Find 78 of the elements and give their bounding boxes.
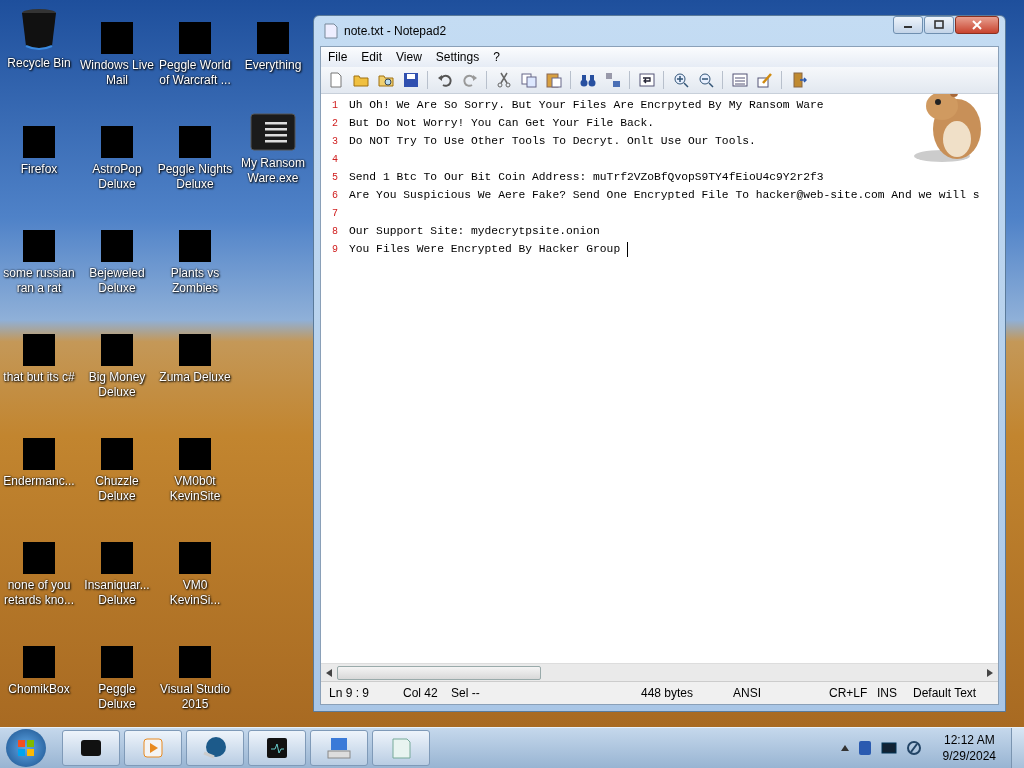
- window-title: note.txt - Notepad2: [344, 24, 447, 38]
- menu-item[interactable]: View: [389, 50, 429, 64]
- text-cursor: [626, 241, 628, 257]
- keyboard-screen-icon[interactable]: [310, 730, 368, 766]
- maximize-icon: [934, 20, 944, 30]
- desktop-icon-label[interactable]: VM0 KevinSi...: [156, 578, 234, 608]
- scroll-right-icon[interactable]: [987, 668, 993, 677]
- desktop-icon-label[interactable]: Everything: [234, 58, 312, 73]
- clock-time[interactable]: 12:12 AM: [943, 732, 995, 748]
- status-text: Ln 9 : 9: [329, 686, 371, 700]
- desktop-icon-label[interactable]: VM0b0t KevinSite: [156, 474, 234, 504]
- desktop-icon-label[interactable]: some russian ran a rat: [0, 266, 78, 296]
- line-number: 3: [331, 135, 339, 147]
- start-button[interactable]: [6, 729, 46, 767]
- desktop-icon-label[interactable]: Peggle World of Warcraft ...: [156, 58, 234, 88]
- recycle-bin-icon[interactable]: [19, 8, 59, 52]
- status-text: INS: [877, 686, 898, 700]
- desktop-icon-label[interactable]: that but its c#: [0, 370, 78, 385]
- desktop-icon-label[interactable]: Insaniquar... Deluxe: [78, 578, 156, 608]
- status-text: ANSI: [733, 686, 762, 700]
- menu-item[interactable]: ?: [486, 50, 507, 64]
- text-line: Our Support Site: mydecrytpsite.onion: [349, 225, 600, 237]
- menu-item[interactable]: Edit: [354, 50, 390, 64]
- horizontal-scrollbar[interactable]: [321, 663, 998, 681]
- status-text: Default Text: [913, 686, 978, 700]
- status-text: 448 bytes: [641, 686, 695, 700]
- desktop-icon-label[interactable]: Plants vs Zombies: [156, 266, 234, 296]
- scroll-left-icon[interactable]: [326, 668, 332, 677]
- windows-logo-icon: [16, 738, 36, 758]
- desktop-icon-label[interactable]: Recycle Bin: [0, 56, 78, 71]
- minimize-button[interactable]: [893, 16, 923, 34]
- line-number: 4: [331, 153, 339, 165]
- desktop-icon-label[interactable]: Peggle Nights Deluxe: [156, 162, 234, 192]
- desktop-icon-label[interactable]: none of you retards kno...: [0, 578, 78, 608]
- line-number: 8: [331, 225, 339, 237]
- notepad-icon[interactable]: [372, 730, 430, 766]
- desktop-icon-label[interactable]: Windows Live Mail: [78, 58, 156, 88]
- line-number: 9: [331, 243, 339, 255]
- desktop-icon-label[interactable]: ChomikBox: [0, 682, 78, 697]
- text-line: But Do Not Worry! You Can Get Your File Back.: [349, 117, 655, 129]
- maximize-button[interactable]: [924, 16, 954, 34]
- show-desktop-button[interactable]: [1011, 728, 1024, 768]
- line-number: 5: [331, 171, 339, 183]
- menu-item[interactable]: Settings: [428, 50, 487, 64]
- line-number: 7: [331, 207, 339, 219]
- clock-date[interactable]: 9/29/2024: [942, 748, 996, 764]
- desktop-icon-label[interactable]: Visual Studio 2015: [156, 682, 234, 712]
- line-number: 1: [331, 99, 339, 111]
- desktop-icon-label[interactable]: Firefox: [0, 162, 78, 177]
- display-icon[interactable]: [880, 741, 897, 755]
- desktop-icon-label[interactable]: Chuzzle Deluxe: [78, 474, 156, 504]
- taskbar-app-icon[interactable]: [62, 730, 120, 766]
- desktop-icon-label[interactable]: AstroPop Deluxe: [78, 162, 156, 192]
- text-line: You Files Were Encrypted By Hacker Group: [349, 243, 622, 255]
- text-line: Send 1 Btc To Our Bit Coin Address: muTrf2VZoBfQvopS9TY4fEioU4c9Y2r2f3: [349, 171, 824, 183]
- status-text: CR+LF: [829, 686, 869, 700]
- text-line: Uh Oh! We Are So Sorry. But Your Files Are Encrpyted By My Ransom Ware: [349, 99, 824, 111]
- text-line: Do NOT Try To Use Other Tools To Decryt. Onlt Use Our Tools.: [349, 135, 756, 147]
- notepad-icon: [324, 23, 338, 39]
- status-text: Col 42: [403, 686, 439, 700]
- status-text: Sel --: [451, 686, 481, 700]
- desktop-icon-label[interactable]: Endermanc...: [0, 474, 78, 489]
- close-button[interactable]: [955, 16, 999, 34]
- close-icon: [972, 20, 982, 30]
- desktop-icon-label[interactable]: Peggle Deluxe: [78, 682, 156, 712]
- program-window-icon[interactable]: [249, 112, 297, 152]
- text-line: Are You Suspicious We Aere Fake? Send One Encrypted File To hacker@web-site.com And we will s: [349, 189, 980, 201]
- line-number: 2: [331, 117, 339, 129]
- monitor-icon[interactable]: [248, 730, 306, 766]
- menu-item[interactable]: File: [321, 50, 355, 64]
- desktop-icon-label[interactable]: Zuma Deluxe: [156, 370, 234, 385]
- desktop-icon-label[interactable]: My Ransom Ware.exe: [234, 156, 312, 186]
- line-number: 6: [331, 189, 339, 201]
- desktop-icon-label[interactable]: Big Money Deluxe: [78, 370, 156, 400]
- desktop-icon-label[interactable]: Bejeweled Deluxe: [78, 266, 156, 296]
- globe-icon[interactable]: [186, 730, 244, 766]
- tray-app-icon[interactable]: [857, 740, 872, 756]
- tray-arrow-icon[interactable]: [840, 745, 849, 751]
